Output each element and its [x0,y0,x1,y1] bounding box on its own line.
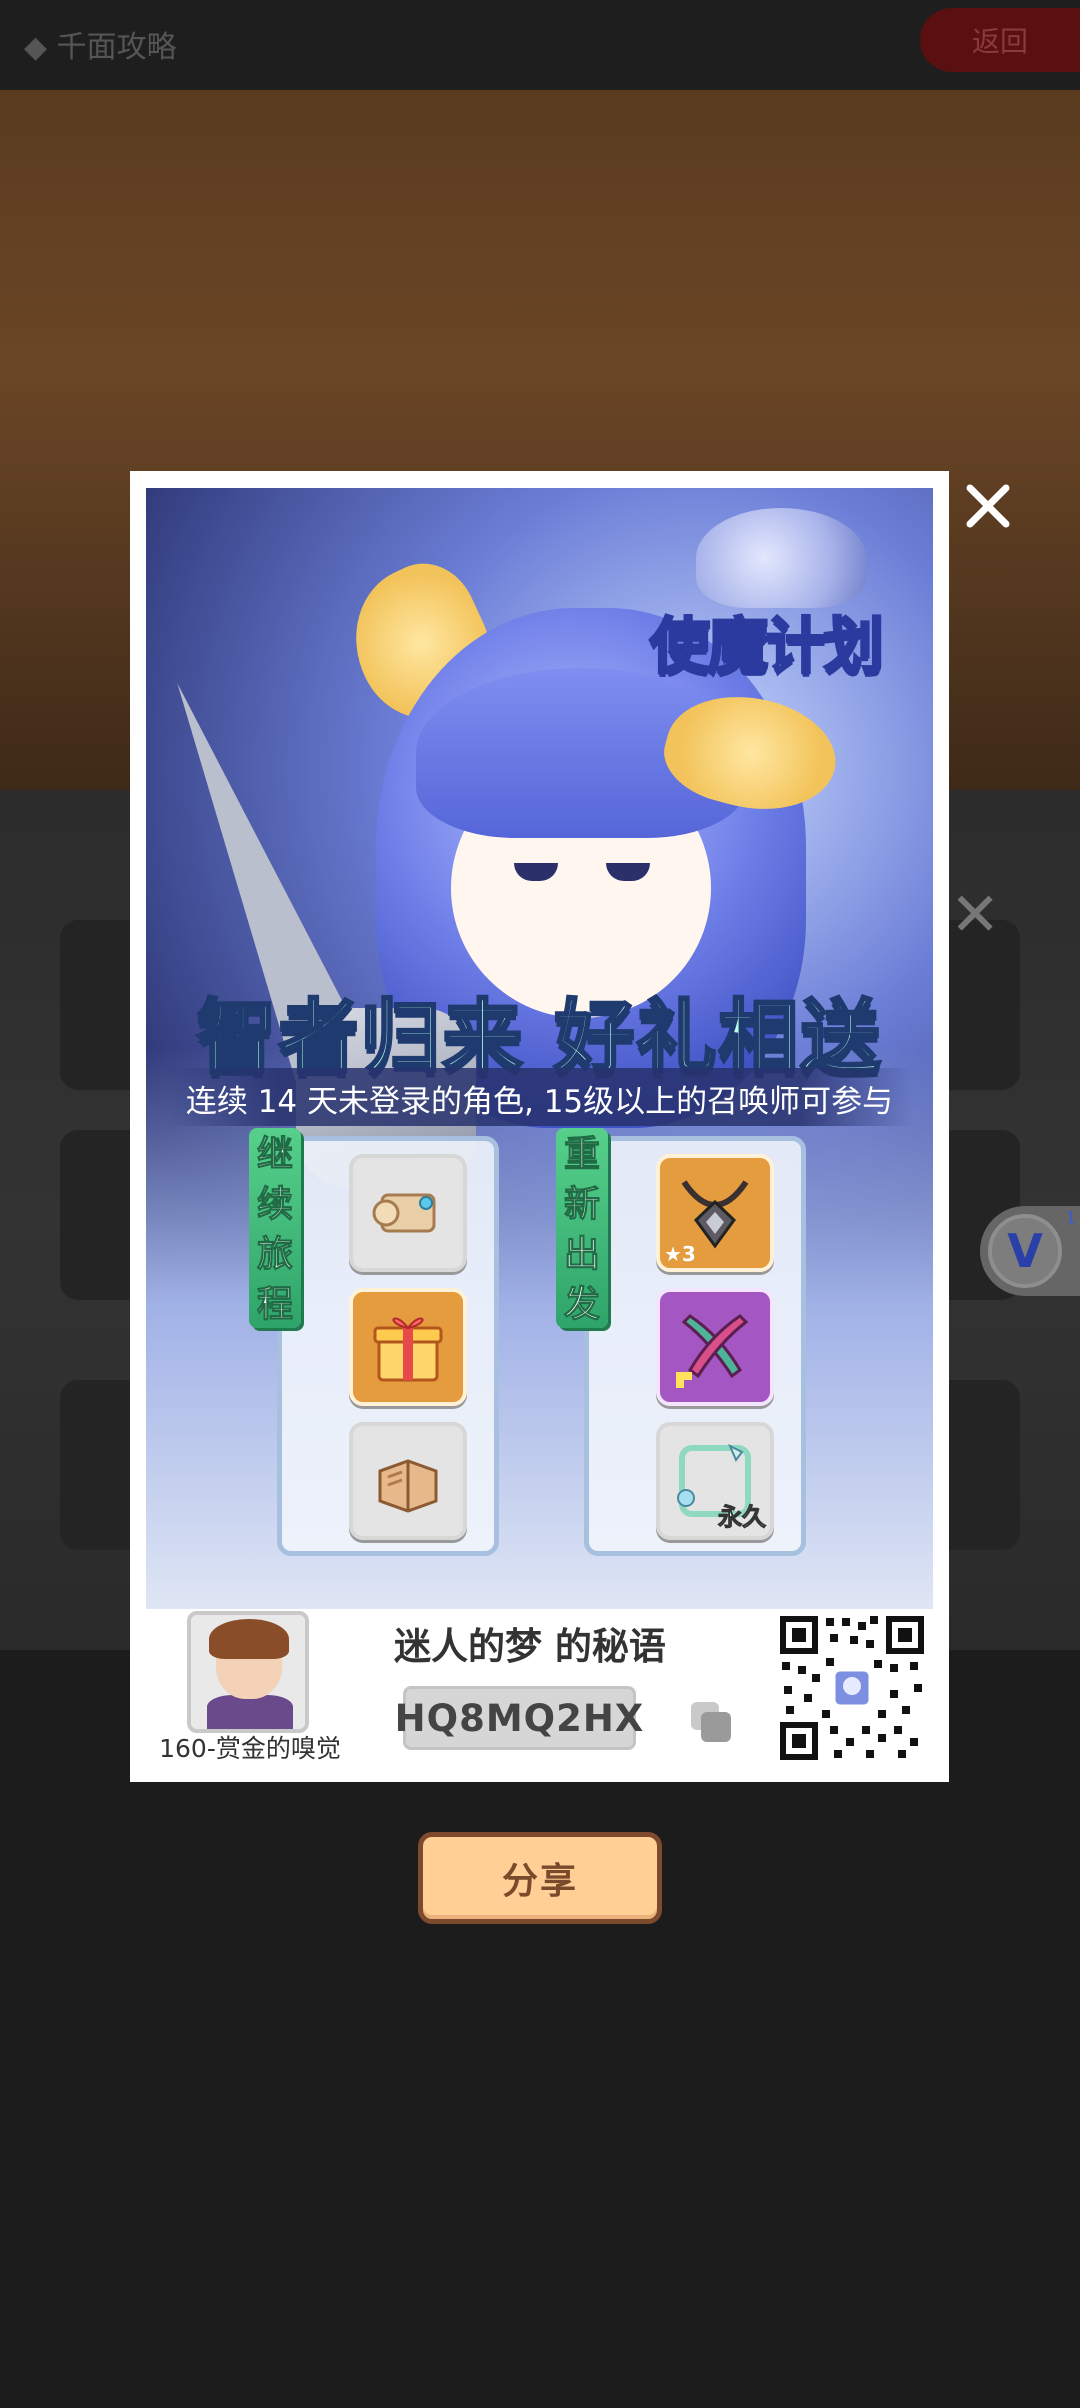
v-badge-ring: V [988,1214,1062,1288]
ribbon-char: 旅 [256,1234,293,1276]
secret-code: HQ8MQ2HX [394,1696,645,1740]
scroll-icon [372,1193,436,1233]
copy-icon[interactable] [687,1698,735,1746]
reward-item-crossed-blades[interactable] [656,1288,774,1406]
floating-v-badge[interactable]: V 1 [980,1206,1080,1296]
ribbon-continue-journey: 继 续 旅 程 [249,1128,301,1328]
app-root: ◆ 千面攻略 返回 ✕ V 1 使魔计划 智者归来 好礼相送 连续 14 天未登… [0,0,1080,2408]
avatar-body [207,1695,293,1729]
close-icon[interactable] [960,478,1016,534]
secret-code-box[interactable]: HQ8MQ2HX [395,1686,643,1750]
game-logo-text: 使魔计划 [649,611,886,684]
ribbon-set-off-again: 重 新 出 发 [556,1128,608,1328]
event-poster: 使魔计划 智者归来 好礼相送 连续 14 天未登录的角色, 15级以上的召唤师可… [146,488,933,1609]
background-close-icon: ✕ [950,880,1001,950]
ribbon-char: 新 [563,1184,600,1226]
secret-code-title: 迷人的梦 的秘语 [394,1625,666,1668]
ribbon-char: 续 [256,1184,293,1226]
invite-modal: 使魔计划 智者归来 好礼相送 连续 14 天未登录的角色, 15级以上的召唤师可… [130,471,949,1782]
reward-item-gift-box[interactable] [349,1288,467,1406]
event-condition-text: 连续 14 天未登录的角色, 15级以上的召唤师可参与 [185,1084,894,1120]
ribbon-char: 程 [256,1284,293,1326]
ribbon-char: 继 [256,1134,293,1176]
reward-item-book[interactable] [349,1422,467,1540]
share-button-label: 分享 [501,1861,578,1902]
logo-mascots-icon [696,508,866,608]
player-avatar [187,1611,309,1733]
ribbon-char: 发 [563,1284,600,1326]
ribbon-char: 重 [563,1134,600,1176]
reward-item-avatar-frame[interactable]: 永久 [656,1422,774,1540]
player-name: 160-赏金的嗅觉 [159,1734,341,1763]
star-level-badge: ★3 [664,1242,696,1266]
background-title: ◆ 千面攻略 [24,30,177,65]
avatar-hair [209,1619,289,1659]
qr-code-icon [778,1614,926,1762]
game-logo: 使魔计划 [616,508,916,688]
reward-item-scroll[interactable] [349,1154,467,1272]
gift-box-icon [373,1317,443,1382]
book-icon [378,1459,438,1513]
permanent-badge: 永久 [718,1503,767,1532]
reward-item-necklace[interactable]: ★3 [656,1154,774,1272]
background-back-button: 返回 [920,8,1080,72]
v-logo-icon: V [1007,1224,1043,1278]
crossed-blades-icon [676,1314,749,1388]
ribbon-char: 出 [563,1234,600,1276]
v-badge-count: 1 [1065,1208,1076,1227]
share-button[interactable]: 分享 [418,1832,662,1924]
background-top-bar: ◆ 千面攻略 返回 [0,0,1080,90]
